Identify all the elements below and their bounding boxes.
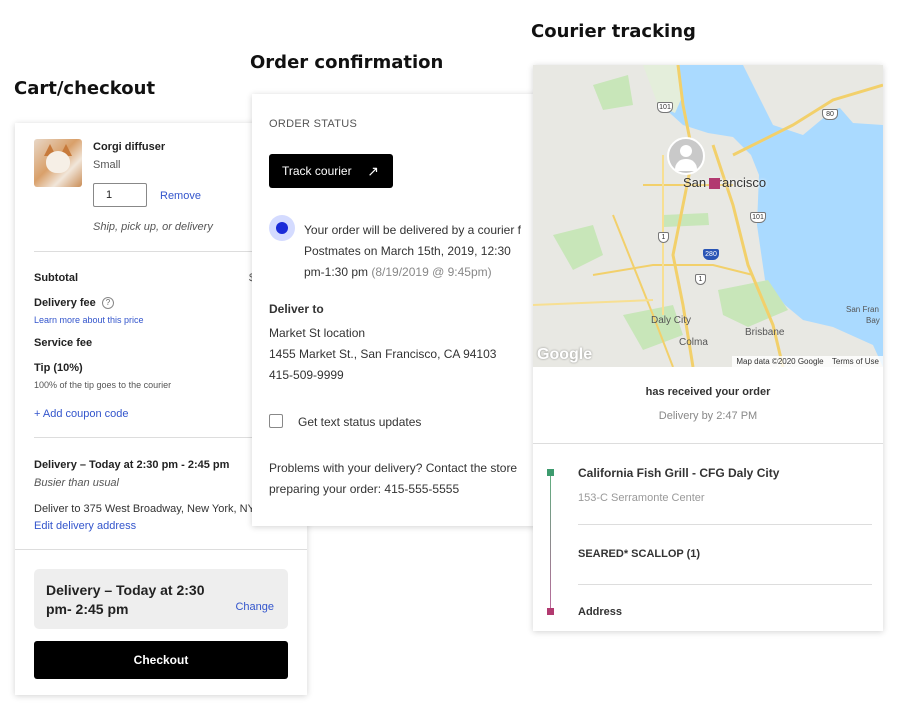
courier-card: San Francisco Daly City Colma Brisbane S… (533, 65, 883, 631)
location-name: Market St location (269, 326, 366, 340)
google-logo: Google (537, 346, 593, 363)
tip-note: 100% of the tip goes to the courier (34, 380, 172, 390)
store-name: California Fish Grill - CFG Daly City (578, 466, 780, 480)
problems-line-1: Problems with your delivery? Contact the… (269, 461, 518, 475)
status-line-3: pm-1:30 pm (304, 265, 369, 279)
destination-pin[interactable] (709, 178, 720, 189)
cart-section-title: Cart/checkout (14, 78, 156, 99)
divider (578, 524, 872, 525)
highway-80-shield: 80 (822, 109, 838, 120)
text-updates-checkbox[interactable] (269, 414, 283, 428)
dropoff-address-label: Address (578, 606, 623, 618)
checkout-button[interactable]: Checkout (34, 641, 288, 679)
subtotal-label: Subtotal (34, 272, 78, 284)
highway-1-shield: 1 (658, 232, 669, 243)
map-label-city: San Francisco (683, 175, 767, 190)
map-view[interactable]: San Francisco Daly City Colma Brisbane S… (533, 65, 883, 367)
map-label-colma: Colma (679, 337, 708, 348)
divider (15, 549, 307, 550)
order-card: ORDER STATUS Track courier ↗ Your order … (252, 94, 536, 526)
delivery-eta: Delivery by 2:47 PM (658, 410, 758, 422)
highway-1-shield: 1 (695, 274, 706, 285)
map-label-sf-bay: San Fran (846, 305, 879, 314)
courier-section-title: Courier tracking (531, 21, 696, 42)
divider (578, 584, 872, 585)
map-label-brisbane: Brisbane (745, 327, 785, 338)
map-attribution[interactable]: Map data ©2020 Google Terms of Use (732, 356, 883, 367)
received-text: has received your order (645, 386, 771, 398)
highway-101-shield: 101 (750, 212, 766, 223)
change-delivery-link[interactable]: Change (235, 601, 274, 613)
store-address: 1455 Market St., San Francisco, CA 94103 (269, 347, 497, 361)
delivery-window: Delivery – Today at 2:30 pm - 2:45 pm (34, 459, 230, 471)
remove-link[interactable]: Remove (160, 190, 201, 202)
status-indicator (269, 215, 295, 241)
track-courier-label: Track courier (282, 164, 352, 178)
status-timestamp: (8/19/2019 @ 9:45pm) (371, 265, 492, 279)
arrow-up-right-icon: ↗ (367, 163, 379, 179)
help-icon[interactable]: ? (102, 297, 114, 309)
store-phone: 415-509-9999 (269, 368, 344, 382)
map-label-daly-city: Daly City (651, 315, 692, 326)
learn-more-link[interactable]: Learn more about this price (34, 315, 144, 325)
pickup-address: 153-C Serramonte Center (578, 492, 705, 504)
service-fee-label: Service fee (34, 337, 93, 349)
fulfillment-note: Ship, pick up, or delivery (93, 221, 213, 233)
courier-location-pin[interactable] (667, 137, 705, 175)
delivery-summary-text: Delivery – Today at 2:30 pm- 2:45 pm (46, 582, 205, 617)
divider (533, 443, 883, 444)
order-status-heading: ORDER STATUS (269, 118, 358, 130)
map-data-credit: Map data ©2020 Google (736, 357, 824, 366)
item-variant: Small (93, 159, 121, 171)
tip-label: Tip (10%) (34, 362, 83, 374)
timeline-line (550, 475, 551, 609)
item-name: Corgi diffuser (93, 141, 166, 153)
deliver-to-heading: Deliver to (269, 302, 324, 316)
status-line-2: Postmates on March 15th, 2019, 12:30 (304, 244, 511, 258)
track-courier-button[interactable]: Track courier ↗ (269, 154, 393, 188)
order-item: SEARED* SCALLOP (1) (578, 548, 701, 560)
quantity-input[interactable]: 1 (93, 183, 147, 207)
order-section-title: Order confirmation (250, 52, 444, 73)
terms-link[interactable]: Terms of Use (832, 357, 879, 366)
delivery-fee-label: Delivery fee (34, 297, 96, 309)
product-thumbnail[interactable] (34, 139, 82, 187)
busy-note: Busier than usual (34, 477, 119, 489)
map-label-bay: Bay (866, 316, 880, 325)
deliver-to-address: Deliver to 375 West Broadway, New York, … (34, 503, 255, 515)
problems-line-2: preparing your order: 415-555-5555 (269, 482, 460, 496)
status-line-1: Your order will be delivered by a courie… (304, 223, 522, 237)
highway-101-shield: 101 (657, 102, 673, 113)
edit-address-link[interactable]: Edit delivery address (34, 520, 136, 532)
pickup-marker (547, 469, 554, 476)
highway-280-shield: 280 (703, 249, 719, 260)
add-coupon-link[interactable]: + Add coupon code (34, 408, 129, 420)
delivery-summary: Delivery – Today at 2:30 pm- 2:45 pm Cha… (34, 569, 288, 629)
dropoff-marker (547, 608, 554, 615)
text-updates-label: Get text status updates (298, 415, 422, 429)
